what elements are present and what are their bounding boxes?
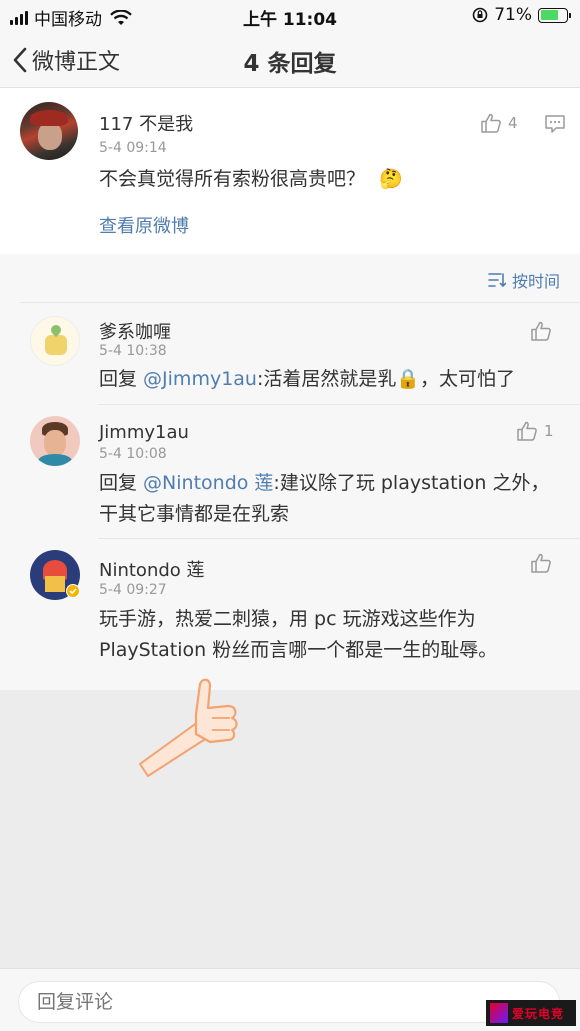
reply-text-line2: 干其它事情都是在乳索 [99, 503, 290, 525]
verified-badge-icon [66, 584, 80, 598]
thumbs-up-illustration-icon [138, 678, 238, 778]
divider [98, 404, 580, 405]
reply-text-body: :活着居然就是乳🔒，太可怕了 [256, 368, 516, 390]
nav-bar: 微博正文 4 条回复 [0, 32, 580, 88]
empty-area [0, 678, 580, 970]
reply-prefix: 回复 [99, 472, 144, 494]
like-count: 4 [508, 114, 518, 132]
comment-icon[interactable] [544, 114, 566, 134]
thinking-emoji-icon: 🤔 [379, 168, 403, 190]
username[interactable]: Nintondo 莲 [99, 556, 205, 582]
reply-prefix: 回复 [99, 368, 144, 390]
reply-time: 5-4 09:27 [99, 582, 167, 598]
replies-section: 按时间 爹系咖喱 5-4 10:38 回复 @Jimmy1au:活着居然就是乳🔒… [0, 254, 580, 690]
divider [20, 302, 580, 303]
reply-time: 5-4 10:08 [99, 446, 167, 462]
sort-icon [488, 273, 506, 288]
watermark-text: 爱玩电竞 [512, 1006, 565, 1021]
sort-label: 按时间 [511, 272, 560, 291]
status-bar: 中国移动 上午 11:04 71% [0, 0, 580, 32]
comment-text-body: 不会真觉得所有索粉很高贵吧？ [99, 168, 366, 190]
reply-time: 5-4 10:38 [99, 343, 167, 359]
mention-link[interactable]: @Jimmy1au [143, 368, 257, 390]
page-title: 4 条回复 [243, 51, 337, 77]
thumbs-up-icon [481, 113, 501, 133]
reply-text-line2: PlayStation 粉丝而言哪一个都是一生的耻辱。 [99, 639, 498, 661]
avatar[interactable] [20, 102, 78, 160]
view-original-link[interactable]: 查看原微博 [99, 212, 189, 238]
like-button[interactable]: 4 [480, 112, 518, 134]
main-comment: 117 不是我 5-4 09:14 不会真觉得所有索粉很高贵吧？ 🤔 查看原微博… [0, 88, 580, 254]
reply-text-body: 玩手游，热爱二刺猿，用 pc 玩游戏这些作为 [99, 608, 476, 630]
reply-input[interactable] [18, 981, 560, 1023]
reply-text: 玩手游，热爱二刺猿，用 pc 玩游戏这些作为 PlayStation 粉丝而言哪… [99, 604, 559, 666]
username[interactable]: 117 不是我 [99, 110, 193, 136]
avatar[interactable] [30, 416, 80, 466]
username[interactable]: 爹系咖喱 [99, 318, 171, 344]
battery-icon [538, 7, 571, 23]
thumbs-up-icon [517, 421, 537, 441]
comment-time: 5-4 09:14 [99, 140, 167, 156]
like-button[interactable] [530, 552, 558, 574]
sort-button[interactable]: 按时间 [488, 268, 560, 292]
reply-text: 回复 @Jimmy1au:活着居然就是乳🔒，太可怕了 [99, 364, 515, 395]
like-button[interactable]: 1 [516, 420, 554, 442]
mention-link[interactable]: @Nintondo 莲 [143, 472, 273, 494]
comment-text: 不会真觉得所有索粉很高贵吧？ 🤔 [99, 164, 403, 195]
reply-text-body: :建议除了玩 playstation 之外， [273, 472, 550, 494]
thumbs-up-icon [531, 553, 551, 573]
divider [98, 538, 580, 539]
avatar[interactable] [30, 316, 80, 366]
battery-percent: 71% [494, 5, 532, 25]
thumbs-up-icon [531, 321, 551, 341]
like-count: 1 [544, 422, 554, 440]
like-button[interactable] [530, 320, 558, 342]
watermark-logo-icon [490, 1003, 508, 1023]
watermark: 爱玩电竞 [486, 1000, 576, 1026]
orientation-lock-icon [472, 7, 488, 23]
reply-text: 回复 @Nintondo 莲:建议除了玩 playstation 之外， 干其它… [99, 468, 559, 530]
username[interactable]: Jimmy1au [99, 422, 189, 443]
status-right: 71% [472, 5, 571, 25]
